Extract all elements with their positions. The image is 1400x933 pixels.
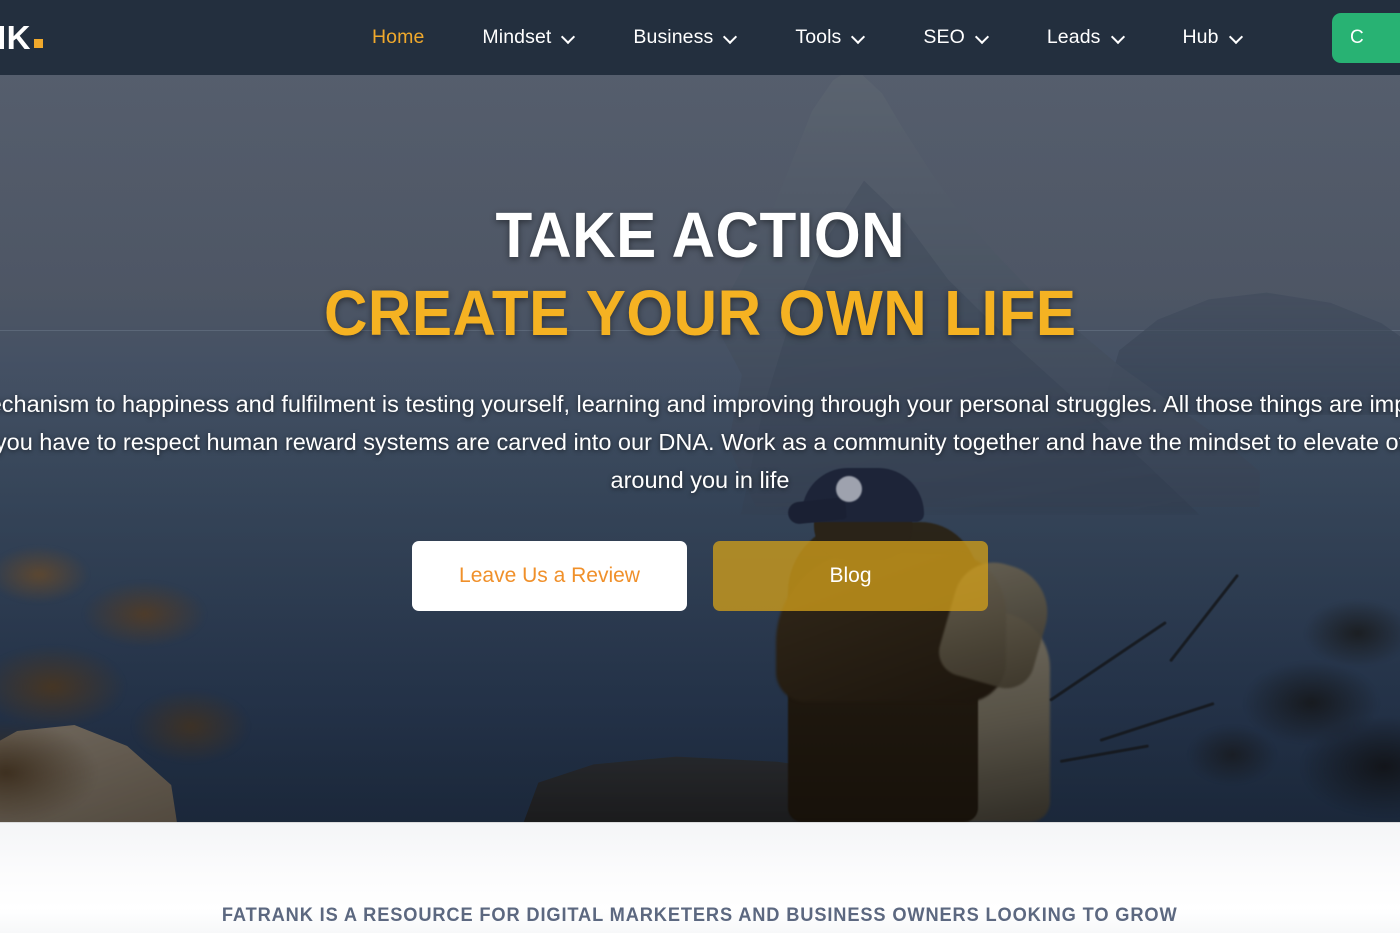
nav-item-label: Home <box>372 26 425 48</box>
leave-review-button[interactable]: Leave Us a Review <box>412 541 687 611</box>
hero-content: TAKE ACTION CREATE YOUR OWN LIFE The mec… <box>0 75 1400 822</box>
hero-button-group: Leave Us a Review Blog <box>412 541 988 611</box>
nav-item-label: Tools <box>795 26 842 48</box>
nav-item-home[interactable]: Home <box>372 0 424 75</box>
nav-item-leads[interactable]: Leads <box>1047 0 1125 75</box>
chevron-down-icon <box>852 31 865 44</box>
nav-item-hub[interactable]: Hub <box>1183 0 1243 75</box>
nav-item-label: Mindset <box>482 26 552 48</box>
nav-links-list: Home Mindset Business Tools SEO Leads Hu… <box>372 0 1243 75</box>
section-divider <box>0 822 1400 823</box>
blog-button[interactable]: Blog <box>713 541 988 611</box>
hero-section: TAKE ACTION CREATE YOUR OWN LIFE The mec… <box>0 75 1400 822</box>
nav-item-label: Business <box>633 26 714 48</box>
hero-headline: TAKE ACTION CREATE YOUR OWN LIFE <box>300 203 1101 345</box>
nav-cta-button[interactable]: C <box>1332 12 1400 63</box>
chevron-down-icon <box>1112 31 1125 44</box>
chevron-down-icon <box>976 31 989 44</box>
hero-headline-line-2: CREATE YOUR OWN LIFE <box>323 277 1077 349</box>
nav-item-seo[interactable]: SEO <box>923 0 988 75</box>
nav-item-business[interactable]: Business <box>633 0 737 75</box>
chevron-down-icon <box>1230 31 1243 44</box>
nav-item-label: Hub <box>1182 26 1219 48</box>
hero-paragraph: The mechanism to happiness and fulfilmen… <box>0 391 1400 493</box>
chevron-down-icon <box>562 31 575 44</box>
nav-item-mindset[interactable]: Mindset <box>482 0 575 75</box>
site-logo-text: ANK <box>0 18 31 56</box>
page-root: ANK Home Mindset Business Tools SEO <box>0 0 1400 933</box>
main-navigation-bar: ANK Home Mindset Business Tools SEO <box>0 0 1400 75</box>
below-fold-section: FATRANK IS A RESOURCE FOR DIGITAL MARKET… <box>0 822 1400 933</box>
site-logo[interactable]: ANK <box>0 19 43 57</box>
nav-item-label: Leads <box>1046 26 1101 48</box>
chevron-down-icon <box>724 31 737 44</box>
site-logo-dot-icon <box>34 38 43 48</box>
hero-headline-line-1: TAKE ACTION <box>495 199 905 271</box>
nav-item-tools[interactable]: Tools <box>795 0 865 75</box>
nav-item-label: SEO <box>923 26 965 48</box>
site-tagline: FATRANK IS A RESOURCE FOR DIGITAL MARKET… <box>222 905 1178 926</box>
